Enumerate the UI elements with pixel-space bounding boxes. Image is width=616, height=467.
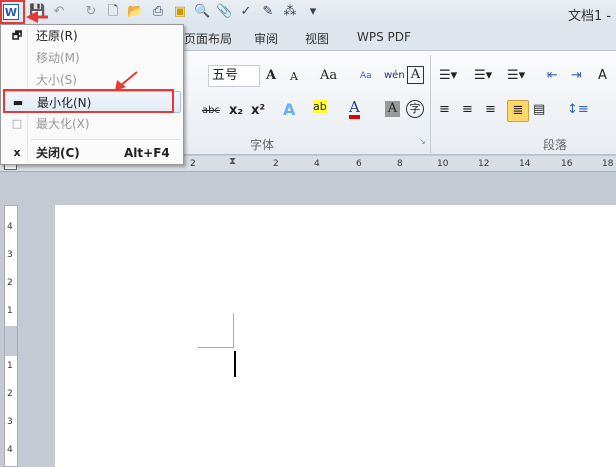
arrow-to-minimize — [119, 71, 138, 87]
annotation-arrows — [26, 11, 138, 91]
